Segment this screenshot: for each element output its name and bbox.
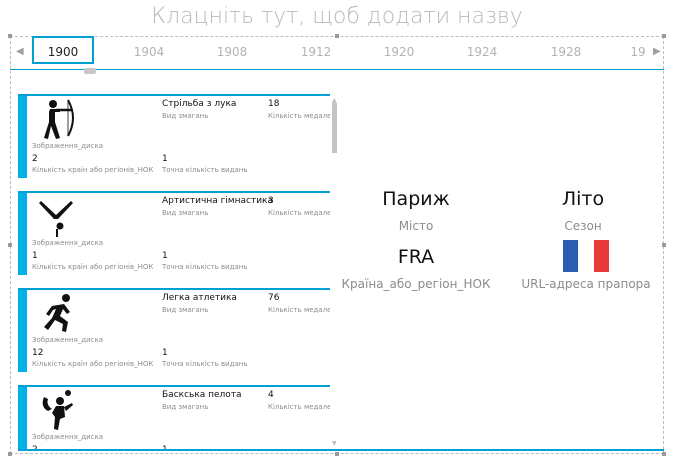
card-accent-bar — [18, 96, 27, 178]
gymnastics-icon — [39, 201, 73, 237]
resize-handle[interactable] — [662, 452, 666, 456]
timeline-year[interactable]: 1920 — [379, 45, 419, 59]
event-card-list: Зображення_диска Стрільба з лука Вид зма… — [18, 94, 330, 450]
countries-label: Кількість країн або регіонів_НОК — [32, 166, 154, 174]
event-name: Баскська пелота — [162, 390, 242, 400]
medal-count-value: 18 — [268, 99, 280, 109]
editions-label: Точна кількість видань — [162, 263, 248, 271]
season-label: Сезон — [564, 219, 602, 233]
card-accent-bar — [18, 387, 27, 450]
flag-stripe — [578, 240, 594, 272]
timeline-year[interactable]: 1908 — [212, 45, 252, 59]
basque-pelota-icon — [42, 390, 73, 430]
city-label: Місто — [398, 219, 434, 233]
event-type-label: Вид змагань — [162, 403, 209, 411]
triangle-right-icon[interactable]: ▶ — [653, 46, 661, 57]
triangle-left-icon[interactable]: ◀ — [16, 46, 24, 57]
athletics-icon — [44, 294, 70, 332]
countries-label: Кількість країн або регіонів_НОК — [32, 360, 154, 368]
event-card[interactable]: Зображення_диска Баскська пелота Вид зма… — [18, 385, 330, 450]
year-timeline: ◀ 1900 1904 1908 1912 1920 1924 1928 19 … — [10, 36, 664, 70]
card-accent-bar — [18, 193, 27, 275]
flag-url-label: URL-адреса прапора — [521, 277, 651, 291]
timeline-year-selected[interactable]: 1900 — [32, 36, 94, 64]
event-type-label: Вид змагань — [162, 209, 209, 217]
noc-value: FRA — [397, 246, 435, 268]
flag-stripe — [593, 240, 609, 272]
event-name: Стрільба з лука — [162, 99, 237, 109]
event-card[interactable]: Зображення_диска Артистична гімнастика В… — [18, 191, 330, 277]
event-name: Легка атлетика — [162, 293, 237, 303]
timeline-year[interactable]: 19 — [624, 45, 652, 59]
visual-bottom-border — [18, 449, 664, 451]
image-label: Зображення_диска — [32, 239, 104, 247]
timeline-year[interactable]: 1924 — [462, 45, 502, 59]
image-label: Зображення_диска — [32, 433, 104, 441]
countries-value: 12 — [32, 348, 44, 358]
card-list-scrollbar[interactable]: ▲ ▼ — [332, 97, 337, 447]
season-value: Літо — [561, 188, 605, 210]
resize-handle[interactable] — [335, 452, 339, 456]
france-flag-image — [563, 240, 609, 272]
medal-count-label: Кількість медалей — [268, 306, 330, 314]
timeline-scroll-thumb[interactable] — [84, 68, 96, 74]
medal-count-label: Кількість медалей — [268, 209, 330, 217]
flag-stripe — [563, 240, 579, 272]
countries-value: 1 — [32, 251, 38, 261]
scrollbar-thumb[interactable] — [332, 103, 337, 153]
city-value: Париж — [382, 188, 450, 210]
editions-label: Точна кількість видань — [162, 360, 248, 368]
countries-label: Кількість країн або регіонів_НОК — [32, 263, 154, 271]
medal-count-value: 76 — [268, 293, 280, 303]
countries-value: 2 — [32, 154, 38, 164]
medal-count-value: 4 — [268, 390, 274, 400]
resize-handle[interactable] — [662, 243, 666, 247]
medal-count-label: Кількість медалей — [268, 112, 330, 120]
medal-count-value: 3 — [268, 196, 274, 206]
scroll-down-icon[interactable]: ▼ — [332, 440, 337, 447]
event-card[interactable]: Зображення_диска Стрільба з лука Вид зма… — [18, 94, 330, 180]
timeline-year[interactable]: 1928 — [546, 45, 586, 59]
editions-value: 1 — [162, 348, 168, 358]
timeline-axis — [10, 69, 664, 70]
event-type-label: Вид змагань — [162, 306, 209, 314]
timeline-year[interactable]: 1912 — [296, 45, 336, 59]
resize-handle[interactable] — [8, 243, 12, 247]
archery-icon — [44, 99, 74, 139]
card-accent-bar — [18, 290, 27, 372]
editions-value: 1 — [162, 154, 168, 164]
event-card[interactable]: Зображення_диска Легка атлетика Вид змаг… — [18, 288, 330, 374]
image-label: Зображення_диска — [32, 142, 104, 150]
medal-count-label: Кількість медалей — [268, 403, 330, 411]
event-type-label: Вид змагань — [162, 112, 209, 120]
report-title-placeholder[interactable]: Клацніть тут, щоб додати назву — [0, 4, 674, 29]
editions-value: 1 — [162, 251, 168, 261]
noc-label: Країна_або_регіон_НОК — [341, 277, 491, 291]
resize-handle[interactable] — [8, 452, 12, 456]
timeline-year[interactable]: 1904 — [129, 45, 169, 59]
event-name: Артистична гімнастика — [162, 196, 273, 206]
editions-label: Точна кількість видань — [162, 166, 248, 174]
image-label: Зображення_диска — [32, 336, 104, 344]
